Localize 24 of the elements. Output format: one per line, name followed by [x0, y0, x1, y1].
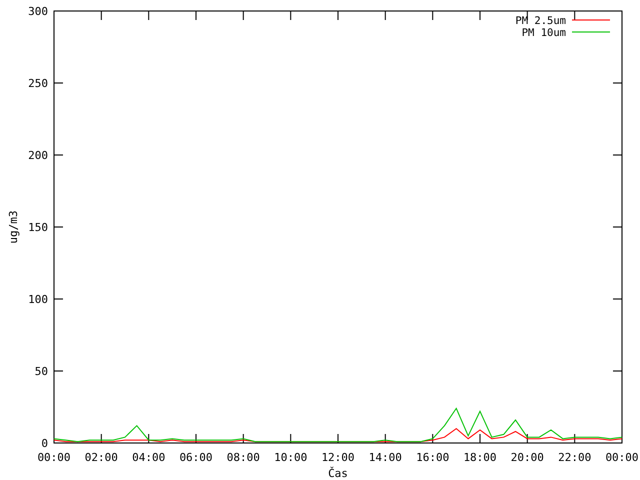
legend-label: PM 2.5um: [515, 15, 566, 27]
tick-label: 02:00: [84, 451, 118, 464]
tick-label: 22:00: [558, 451, 592, 464]
tick-label: 04:00: [132, 451, 166, 464]
tick-label: 08:00: [226, 451, 260, 464]
tick-label: 200: [28, 149, 48, 162]
axis-title: ug/m3: [7, 210, 20, 244]
legend-label: PM 10um: [522, 27, 566, 39]
tick-label: 12:00: [321, 451, 355, 464]
tick-label: 20:00: [510, 451, 544, 464]
tick-label: 18:00: [463, 451, 497, 464]
tick-label: 14:00: [368, 451, 402, 464]
axis-title: Čas: [328, 467, 348, 480]
tick-label: 06:00: [179, 451, 213, 464]
tick-label: 00:00: [37, 451, 71, 464]
tick-label: 50: [34, 365, 48, 378]
tick-label: 00:00: [605, 451, 639, 464]
tick-label: 300: [28, 5, 48, 18]
tick-label: 150: [28, 221, 48, 234]
tick-label: 0: [41, 437, 48, 450]
tick-label: 100: [28, 293, 48, 306]
tick-label: 16:00: [416, 451, 450, 464]
tick-label: 10:00: [274, 451, 308, 464]
tick-label: 250: [28, 77, 48, 90]
